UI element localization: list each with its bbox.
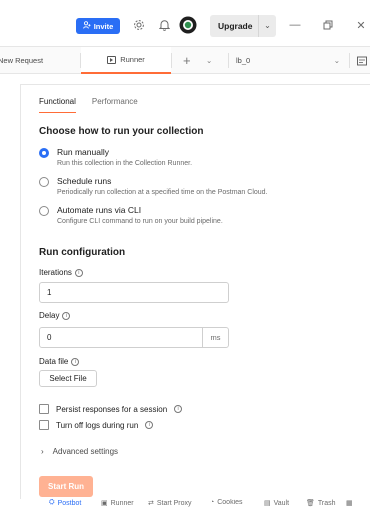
run-manually-title: Run manually	[57, 147, 109, 157]
add-user-icon	[82, 21, 91, 31]
statusbar-vault[interactable]: ▤ Vault	[264, 499, 290, 508]
chevron-right-icon: ›	[41, 447, 44, 456]
automate-cli-radio[interactable]	[39, 206, 49, 216]
runner-icon: ▣	[101, 500, 108, 507]
environment-quick-look-icon[interactable]	[357, 47, 369, 74]
schedule-runs-desc: Periodically run collection at a specifi…	[57, 189, 268, 196]
option-automate-cli[interactable]: Automate runs via CLI Configure CLI comm…	[39, 205, 223, 225]
automate-cli-title: Automate runs via CLI	[57, 205, 142, 215]
select-file-button[interactable]: Select File	[39, 370, 97, 387]
tab-new-request[interactable]: New Request	[0, 47, 80, 74]
choose-run-title: Choose how to run your collection	[39, 126, 204, 137]
iterations-label: Iterations i	[39, 268, 83, 277]
option-schedule-runs[interactable]: Schedule runs Periodically run collectio…	[39, 176, 268, 196]
iterations-value: 1	[47, 288, 52, 297]
runner-panel: Functional Performance Choose how to run…	[20, 84, 370, 499]
statusbar-start-proxy[interactable]: ⇄ Start Proxy	[148, 499, 192, 508]
iterations-label-text: Iterations	[39, 268, 72, 277]
persist-responses-checkbox[interactable]	[39, 404, 49, 414]
restore-icon[interactable]	[319, 17, 337, 33]
info-icon[interactable]: i	[71, 357, 80, 366]
close-icon[interactable]: ✕	[352, 17, 370, 33]
start-proxy-label: Start Proxy	[156, 499, 192, 507]
turn-off-logs-row[interactable]: Turn off logs during run i	[39, 420, 154, 430]
environment-selector[interactable]: lb_0 ⌄	[228, 47, 348, 74]
minimize-icon[interactable]: —	[286, 17, 304, 33]
advanced-settings-label: Advanced settings	[52, 447, 119, 456]
environment-chevron-down-icon: ⌄	[333, 56, 340, 65]
statusbar-trash[interactable]: 🗑 Trash	[306, 499, 336, 508]
runner-subtabs: Functional Performance	[39, 97, 138, 113]
info-icon[interactable]: i	[74, 268, 83, 277]
cookie-icon: ◔	[210, 499, 215, 506]
environment-label: lb_0	[236, 56, 251, 65]
vault-icon: ▤	[264, 500, 271, 507]
tab-divider	[171, 53, 172, 68]
statusbar-runner-label: Runner	[110, 499, 134, 507]
data-file-label-text: Data file	[39, 357, 69, 366]
tab-runner-label: Runner	[120, 55, 145, 64]
turn-off-logs-checkbox[interactable]	[39, 420, 49, 430]
tab-divider	[349, 53, 350, 68]
tabs-chevron-down-icon[interactable]: ⌄	[206, 47, 216, 74]
notification-bell-icon[interactable]	[156, 17, 172, 33]
info-icon[interactable]: i	[62, 311, 71, 320]
tab-bar: New Request Runner + ⌄ lb_0 ⌄	[0, 46, 370, 74]
layout-icon[interactable]: ▦	[346, 499, 353, 507]
tab-new-request-label: New Request	[0, 56, 44, 65]
invite-button[interactable]: Invite	[76, 18, 120, 34]
persist-responses-label: Persist responses for a session	[56, 404, 168, 414]
run-manually-radio[interactable]	[39, 148, 49, 158]
cookies-label: Cookies	[217, 499, 243, 506]
upgrade-button[interactable]: Upgrade ⌄	[210, 15, 276, 37]
tab-runner[interactable]: Runner	[81, 47, 171, 74]
runner-icon	[107, 55, 117, 64]
invite-label: Invite	[93, 21, 114, 31]
persist-responses-row[interactable]: Persist responses for a session i	[39, 404, 183, 414]
chevron-down-icon[interactable]: ⌄	[258, 15, 276, 37]
statusbar-runner[interactable]: ▣ Runner	[101, 499, 134, 508]
tab-performance[interactable]: Performance	[92, 97, 138, 113]
delay-label: Delay i	[39, 311, 71, 320]
trash-label: Trash	[317, 499, 336, 507]
turn-off-logs-label: Turn off logs during run	[56, 420, 139, 430]
data-file-label: Data file i	[39, 357, 80, 366]
info-icon[interactable]: i	[145, 421, 154, 429]
avatar[interactable]	[178, 15, 198, 35]
postbot-icon: ⛭	[49, 499, 55, 506]
vault-label: Vault	[273, 499, 290, 507]
new-tab-plus-icon[interactable]: +	[183, 47, 197, 74]
advanced-settings-toggle[interactable]: › Advanced settings	[41, 447, 118, 456]
automate-cli-desc: Configure CLI command to run on your bui…	[57, 218, 223, 225]
trash-icon: 🗑	[306, 500, 315, 507]
postbot-label: Postbot	[57, 499, 82, 507]
upgrade-label: Upgrade	[218, 21, 253, 31]
proxy-icon: ⇄	[148, 500, 154, 507]
tab-functional[interactable]: Functional	[39, 97, 76, 113]
run-configuration-title: Run configuration	[39, 247, 126, 258]
start-run-button[interactable]: Start Run	[39, 476, 93, 497]
statusbar-cookies[interactable]: ◔ Cookies	[210, 499, 243, 506]
statusbar-postbot[interactable]: ⛭ Postbot	[49, 499, 81, 507]
delay-value: 0	[47, 333, 52, 342]
run-manually-desc: Run this collection in the Collection Ru…	[57, 160, 193, 167]
settings-gear-icon[interactable]	[131, 17, 147, 33]
delay-unit: ms	[202, 328, 228, 347]
info-icon[interactable]: i	[174, 405, 183, 413]
schedule-runs-title: Schedule runs	[57, 176, 112, 186]
option-run-manually[interactable]: Run manually Run this collection in the …	[39, 147, 192, 167]
delay-input[interactable]: 0 ms	[39, 327, 229, 348]
iterations-input[interactable]: 1	[39, 282, 229, 303]
status-bar: ⛭ Postbot ▣ Runner ⇄ Start Proxy ◔ Cookies ▤…	[0, 499, 370, 509]
title-bar: Invite Upgrade ⌄ — ✕	[0, 0, 370, 46]
schedule-runs-radio[interactable]	[39, 177, 49, 187]
delay-label-text: Delay	[39, 311, 60, 320]
